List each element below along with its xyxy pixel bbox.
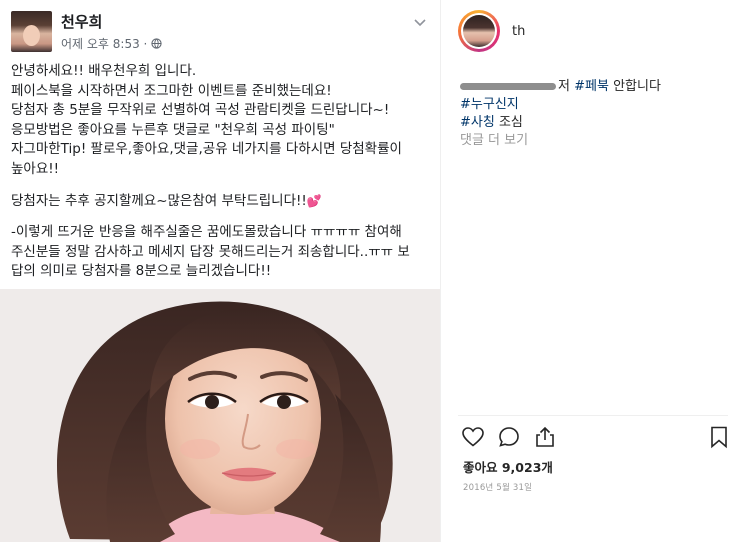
globe-icon: [151, 38, 163, 49]
comment-bubble-icon[interactable]: [497, 425, 521, 449]
action-bar: [461, 425, 731, 449]
post-meta: 어제 오후 8:53 ·: [61, 35, 163, 52]
view-more-comments-link[interactable]: 댓글 더 보기: [460, 132, 730, 150]
post-paragraph-update: -이렇게 뜨거운 반응을 해주실줄은 꿈에도몰랐습니다 ㅠㅠㅠㅠ 참여해 주신분…: [11, 224, 410, 280]
profile-avatar[interactable]: [458, 10, 500, 52]
profile-username[interactable]: th: [512, 24, 525, 39]
post-photo[interactable]: [0, 289, 440, 542]
author-name[interactable]: 천우희: [61, 11, 102, 32]
hashtag-3-tail: 조심: [494, 115, 523, 130]
announce-text: 당첨자는 추후 공지할께요~많은참여 부탁드립니다!!: [11, 192, 307, 209]
comment-line-1: 저 #페북 안합니다: [460, 78, 730, 96]
post-date: 2016년 5월 31일: [463, 483, 533, 493]
facebook-post: 천우희 어제 오후 8:53 · 안녕하세요!! 배우천우희 입니다. 페이스북…: [0, 0, 440, 542]
hashtag-facebook-link[interactable]: #페북: [574, 79, 609, 94]
comment-line-2: #누구신지: [460, 96, 730, 114]
comment-tail: 안합니다: [608, 79, 661, 94]
post-paragraph-intro: 안녕하세요!! 배우천우희 입니다. 페이스북을 시작하면서 조그마한 이벤트를…: [11, 63, 402, 177]
heart-emoji-icon: 💕: [306, 193, 322, 208]
redacted-username: [460, 83, 556, 90]
divider: [458, 415, 728, 416]
heart-outline-icon[interactable]: [461, 425, 485, 449]
post-paragraph-announce: 당첨자는 추후 공지할께요~많은참여 부탁드립니다!!💕: [11, 192, 436, 212]
likes-count[interactable]: 좋아요 9,023개: [463, 457, 553, 476]
instagram-panel: th 저 #페북 안합니다 #누구신지 #사칭 조심 댓글 더 보기 좋아요 9…: [440, 0, 743, 542]
chevron-down-icon[interactable]: [412, 14, 428, 30]
bookmark-icon[interactable]: [707, 425, 731, 449]
hashtag-impersonation-link[interactable]: #사칭: [460, 115, 495, 130]
hashtag-who-link[interactable]: #누구신지: [460, 97, 519, 112]
comment-line-3: #사칭 조심: [460, 114, 730, 132]
portrait-illustration: [0, 289, 440, 542]
post-timestamp[interactable]: 어제 오후 8:53 ·: [61, 35, 147, 52]
comment-suffix: 저: [558, 79, 570, 94]
post-body: 안녕하세요!! 배우천우희 입니다. 페이스북을 시작하면서 조그마한 이벤트를…: [11, 62, 436, 282]
share-upload-icon[interactable]: [533, 425, 557, 449]
author-avatar[interactable]: [11, 11, 52, 52]
instagram-header: th: [441, 0, 743, 64]
caption-comments: 저 #페북 안합니다 #누구신지 #사칭 조심 댓글 더 보기: [460, 78, 730, 150]
